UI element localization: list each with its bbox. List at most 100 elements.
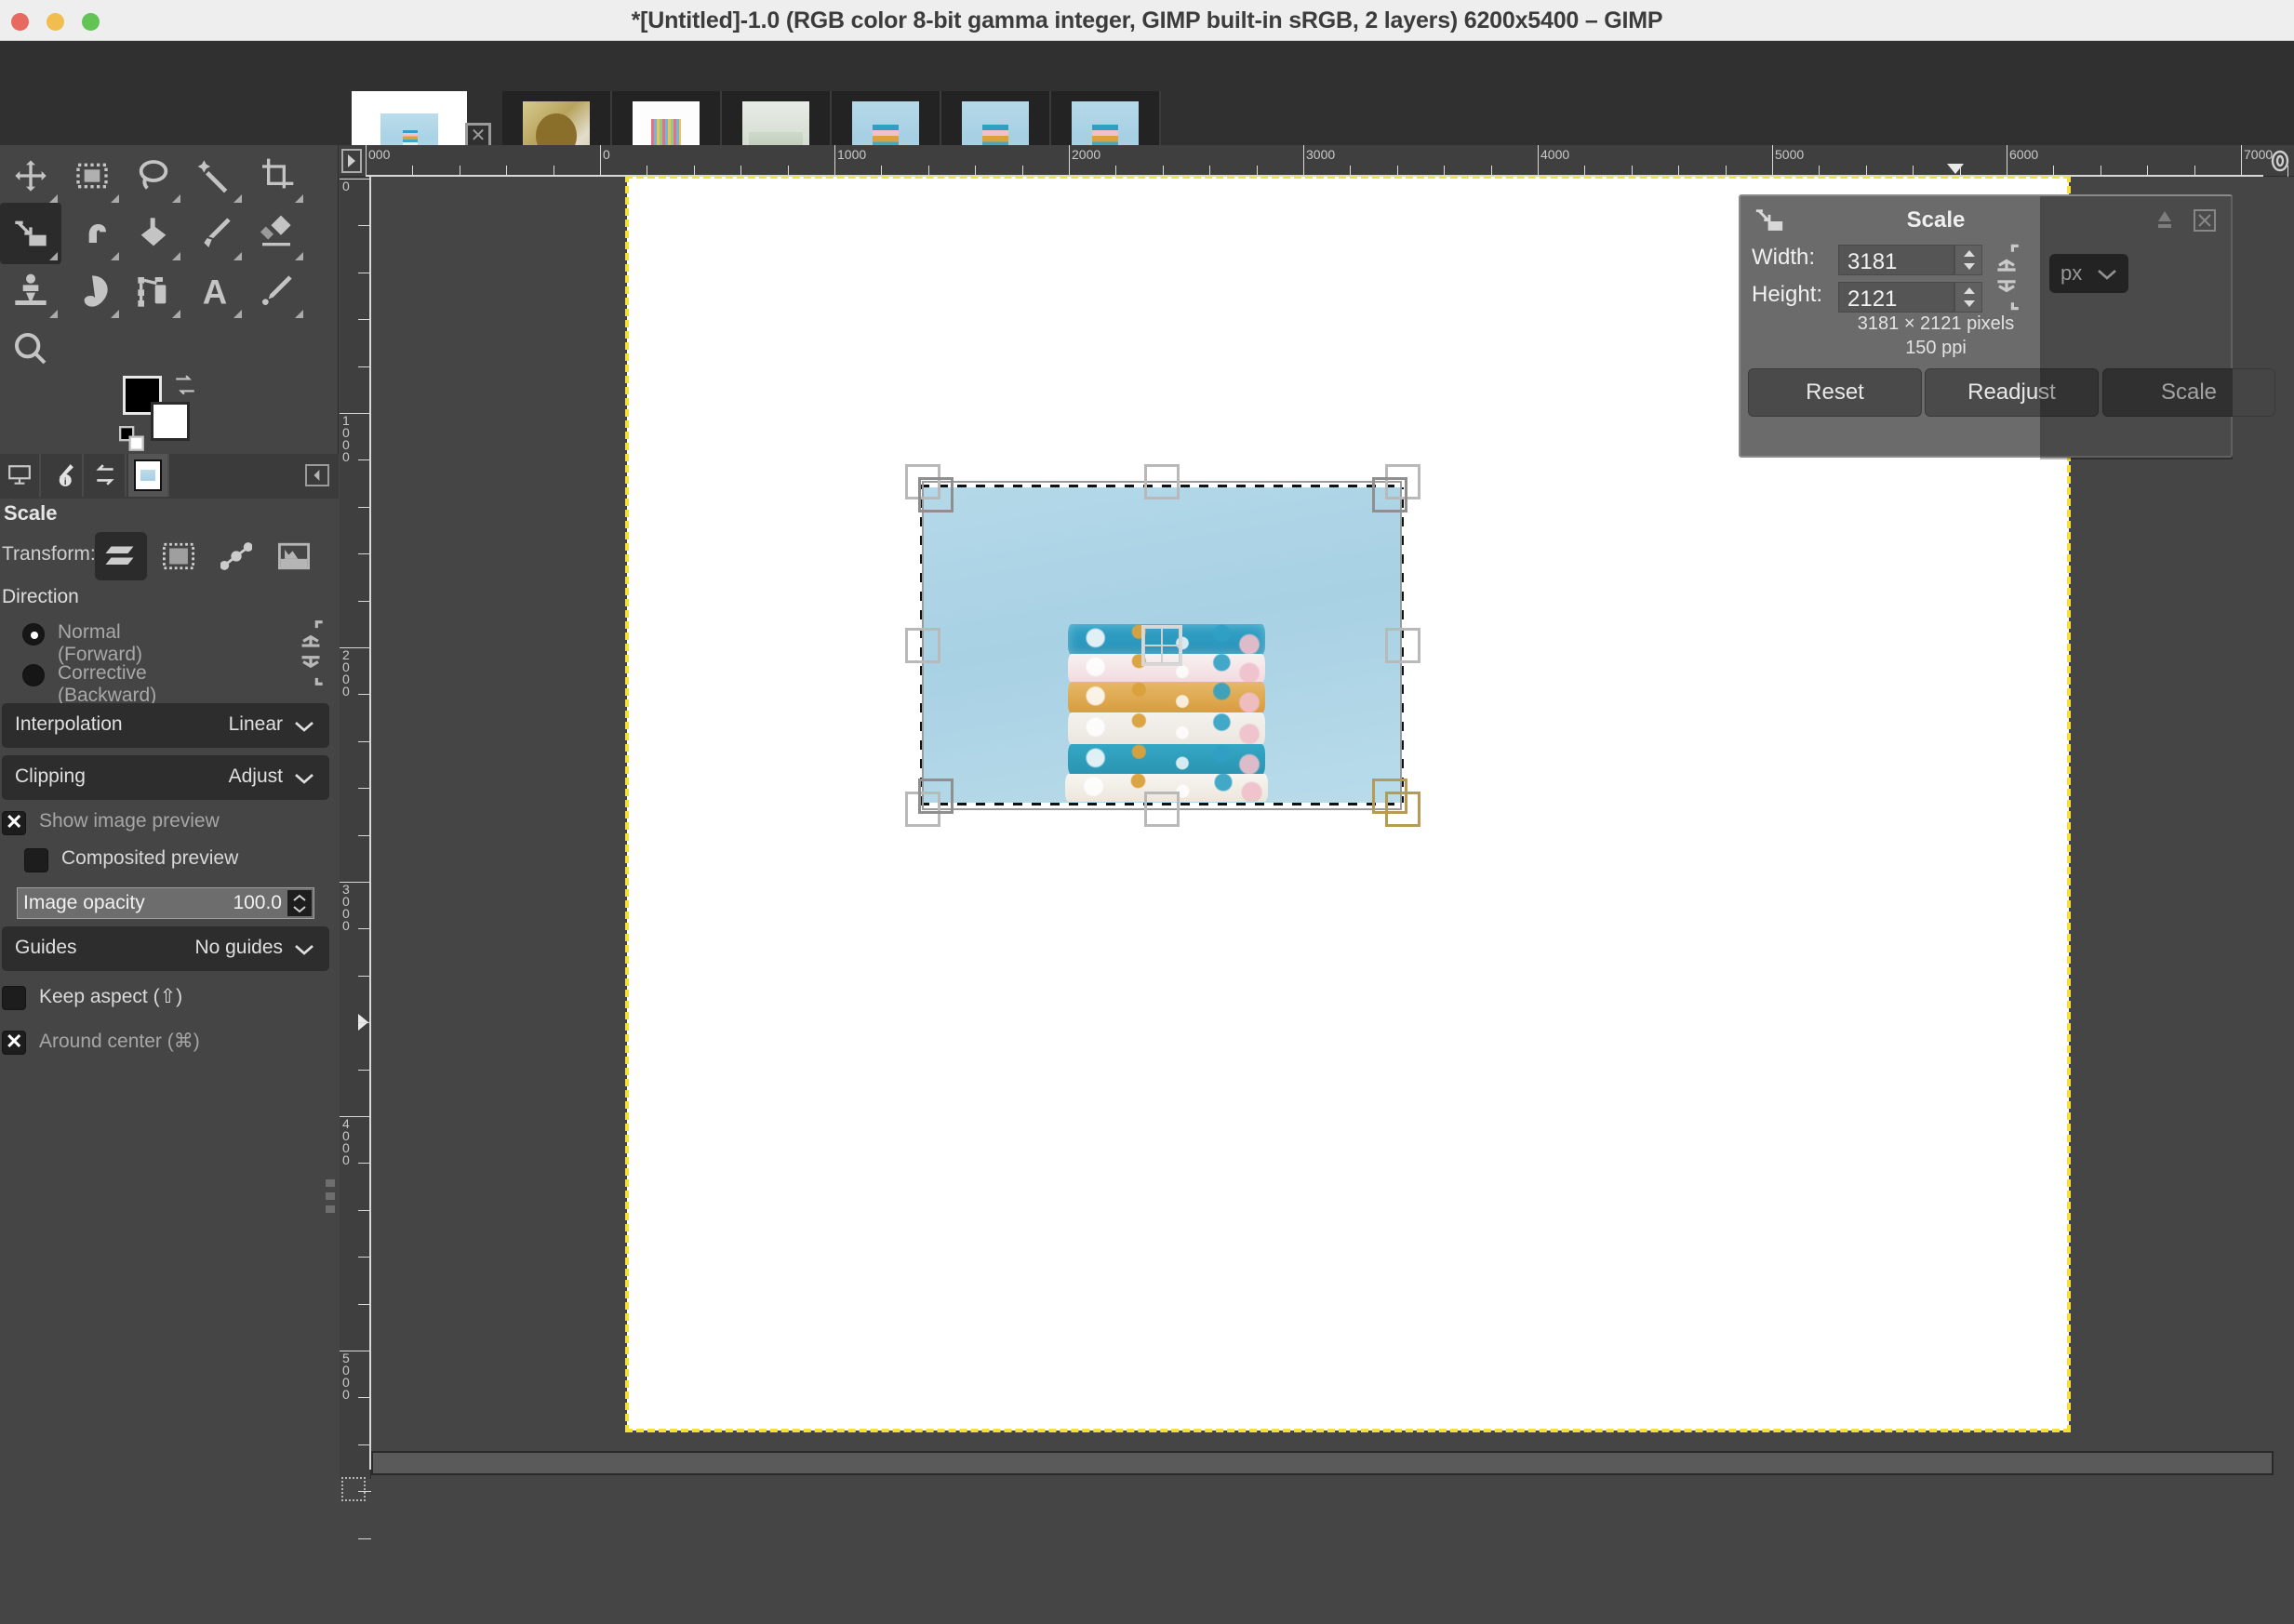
rectangle-select-tool[interactable] [61,145,123,206]
chain-link-icon[interactable] [1992,241,2021,313]
paintbrush-tool[interactable] [184,203,246,264]
transform-target-row: Transform: [0,530,333,584]
text-tool[interactable]: A [184,260,246,322]
clipping-value: Adjust [228,765,283,787]
tool-extra-indicator [172,310,180,318]
transform-handle-top-right-inner[interactable] [1372,477,1407,512]
scale-button[interactable]: Scale [2102,368,2275,417]
direction-corrective-label: Corrective (Backward) [58,662,157,706]
around-center-label: Around center (⌘) [39,1031,200,1052]
chevron-down-icon [2097,269,2117,286]
image-opacity-stepper[interactable] [287,890,312,916]
height-value: 2121 [1847,286,1898,312]
checkbox-indicator [2,986,26,1010]
transform-handle-center[interactable] [1141,625,1182,666]
tool-extra-indicator [295,310,303,318]
window-title: *[Untitled]-1.0 (RGB color 8-bit gamma i… [631,7,1663,33]
transform-selection-button[interactable] [153,532,205,580]
unit-select[interactable]: px [2049,254,2128,293]
transform-handle-bottom-right-inner[interactable] [1372,779,1407,814]
crop-tool[interactable] [246,145,307,206]
svg-text:i: i [64,477,67,487]
height-input[interactable]: 2121 [1838,282,1954,313]
interpolation-combo[interactable]: Interpolation Linear [2,703,329,748]
scale-dialog-ppi-info: 150 ppi [1905,338,1967,358]
ruler-major-tick [2241,145,2242,177]
smudge-tool[interactable] [61,260,123,322]
ruler-label: 4000 [1540,147,1570,162]
tool-options-body: Transform: Direction Normal (Forward) Co… [0,530,333,1056]
clipping-combo[interactable]: Clipping Adjust [2,755,329,800]
ruler-menu-icon[interactable] [341,149,362,173]
scale-tool-dialog[interactable]: Scale Width: 3181 Height: 2121 px 3181 ×… [1739,194,2275,459]
tool-extra-indicator [111,252,119,260]
reset-button[interactable]: Reset [1748,368,1922,417]
fuzzy-select-tool[interactable] [184,145,246,206]
ruler-label: 0 [603,147,610,162]
bucket-fill-tool[interactable] [123,203,184,264]
around-center-checkbox[interactable]: Around center (⌘) [2,1028,327,1064]
paths-tool[interactable] [123,260,184,322]
keep-aspect-checkbox[interactable]: Keep aspect (⇧) [2,984,327,1019]
ruler-label: 3000 [342,882,350,933]
transform-handle-bottom-left-inner[interactable] [918,779,954,814]
tool-options-scrollbar[interactable] [326,1179,335,1291]
move-tool[interactable] [0,145,61,206]
color-picker-tool[interactable] [246,260,307,322]
tab-device-status[interactable]: i [43,454,84,497]
ruler-label: 7000 [2244,147,2274,162]
transform-handle-middle-left[interactable] [905,628,940,663]
unit-value: px [2061,261,2083,285]
background-color-swatch[interactable] [151,402,190,441]
height-stepper[interactable] [1954,282,1982,313]
ruler-label: 2000 [1072,147,1101,162]
constraint-icons [296,618,326,693]
transform-image-button[interactable] [268,532,320,580]
canvas-horizontal-scrollbar[interactable] [371,1451,2274,1475]
transform-path-button[interactable] [210,532,262,580]
show-image-preview-checkbox[interactable]: Show image preview [2,808,327,845]
dock-collapse-icon[interactable] [305,464,329,486]
ruler-label: 3000 [1306,147,1336,162]
radio-indicator [22,664,45,686]
close-icon[interactable] [2194,209,2216,232]
transform-handle-bottom-center[interactable] [1144,792,1180,827]
detach-icon[interactable] [2153,209,2177,232]
scale-tool[interactable] [0,203,61,264]
image-thumbnail-strip: ✕ [0,41,2294,180]
keep-aspect-label: Keep aspect (⇧) [39,986,183,1007]
ruler-label: 0 [342,179,350,193]
default-colors-icon[interactable] [118,426,145,452]
checkbox-indicator [2,808,26,836]
transform-handle-top-center[interactable] [1144,464,1180,499]
transform-layer-button[interactable] [95,532,147,580]
quick-mask-toggle[interactable] [341,1477,366,1501]
tab-images[interactable] [128,454,169,497]
guides-combo[interactable]: Guides No guides [2,926,329,971]
ruler-major-tick [834,145,835,177]
tab-undo-history[interactable] [86,454,127,497]
interpolation-value: Linear [228,713,283,735]
tool-extra-indicator [233,252,242,260]
width-input[interactable]: 3181 [1838,245,1954,275]
vertical-ruler[interactable]: 0 1000 2000 3000 4000 5000 [340,177,371,1539]
tab-tool-options[interactable] [0,454,41,497]
direction-normal-label: Normal (Forward) [58,621,143,665]
scale-dialog-title: Scale [1906,207,1966,233]
free-select-tool[interactable] [123,145,184,206]
eraser-tool[interactable] [246,203,307,264]
clone-tool[interactable] [0,260,61,322]
ruler-label: 5000 [1775,147,1805,162]
readjust-button[interactable]: Readjust [1925,368,2099,417]
ruler-major-tick [600,145,601,177]
horizontal-ruler[interactable]: 000 0 1000 2000 3000 4000 5000 6000 7000 [340,145,2294,177]
swap-colors-icon[interactable] [173,374,197,398]
warp-transform-tool[interactable] [61,203,123,264]
composited-preview-checkbox[interactable]: Composited preview [24,846,331,882]
transform-handle-middle-right[interactable] [1385,628,1420,663]
width-stepper[interactable] [1954,245,1982,275]
transform-handle-top-left-inner[interactable] [918,477,954,512]
image-opacity-slider[interactable]: Image opacity 100.0 [17,887,314,919]
ruler-label: 2000 [342,647,350,699]
tool-options-title: Scale [4,501,58,525]
